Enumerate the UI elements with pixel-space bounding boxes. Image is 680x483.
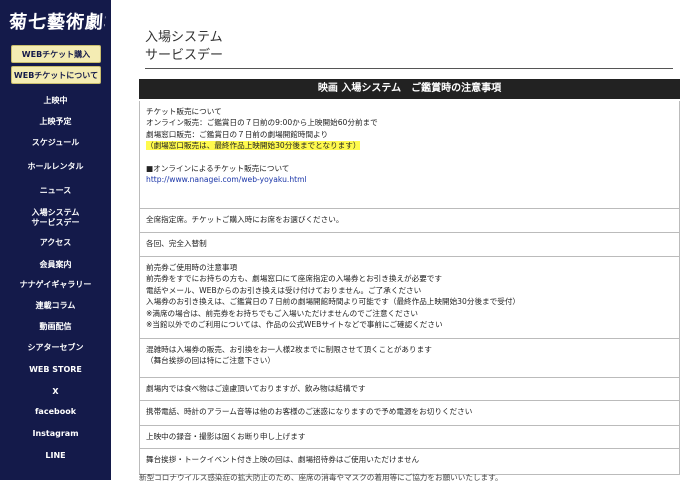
sidebar-nav-item[interactable]: シアターセブン [0, 339, 111, 357]
sidebar-nav-label: 連載コラム [35, 301, 76, 310]
sidebar-nav-item[interactable]: 上映予定 [0, 113, 111, 131]
web-ticket-about-button[interactable]: WEBチケットについて [11, 66, 101, 84]
sidebar-nav-item[interactable]: facebook [0, 403, 111, 421]
sidebar-nav-label: スケジュール [31, 138, 80, 147]
rule-text: 劇場内では食べ物はご遠慮頂いておりますが、飲み物は結構です [146, 384, 366, 393]
sidebar-nav-label: 入場システム [31, 208, 80, 217]
rule-line: 各回、完全入替制 [146, 238, 672, 249]
rule-row: チケット販売についてオンライン販売：ご鑑賞日の７日前の9:00から上映開始60分… [140, 101, 679, 209]
rule-text: 前売券をすでにお持ちの方も、劇場窓口にて座席指定の入場券とお引き換えが必要です [146, 274, 442, 284]
rules-table: チケット販売についてオンライン販売：ご鑑賞日の７日前の9:00から上映開始60分… [139, 101, 680, 475]
sidebar-nav-item[interactable]: WEB STORE [0, 361, 111, 379]
page-title: 入場システム サービスデー [145, 29, 673, 65]
rule-line: ※満席の場合は、前売券をお持ちでもご入場いただけませんのでご注意ください [146, 308, 672, 319]
rule-text: 各回、完全入替制 [146, 239, 207, 248]
rule-text: 全席指定席。チケットご購入時にお席をお選びください。 [146, 215, 344, 224]
sidebar-nav-label: シアターセブン [27, 343, 84, 352]
sidebar-nav-item[interactable]: 連載コラム [0, 297, 111, 315]
sidebar-nav-label: アクセス [39, 238, 72, 247]
title-divider [145, 68, 673, 69]
rule-row: 混雑時は入場券の販売、お引換をお一人様2枚までに制限させて頂くことがあります （舞… [140, 339, 679, 378]
rule-row: 各回、完全入替制 [140, 233, 679, 257]
sidebar-nav-label: ニュース [39, 186, 72, 195]
rule-row: 携帯電話、時計のアラーム音等は他のお客様のご迷惑になりますので予め電源をお切りく… [140, 401, 679, 426]
sidebar-nav-label: 上映予定 [39, 117, 72, 126]
rule-text: ■オンラインによるチケット販売について [146, 164, 290, 174]
rule-spacer [146, 152, 672, 163]
sidebar-nav-label: ホールレンタル [27, 162, 84, 171]
sidebar-nav-item[interactable]: ナナゲイギャラリー [0, 276, 111, 294]
rule-line: 舞台挨拶・トークイベント付き上映の回は、劇場招待券はご使用いただけません [146, 454, 672, 465]
rule-line: 劇場窓口販売：ご鑑賞日の７日前の劇場開館時間より [146, 129, 672, 140]
highlighted-notice: （劇場窓口販売は、最終作品上映開始30分後までとなります） [146, 141, 361, 151]
rule-line: 入場券のお引き換えは、ご鑑賞日の７日前の劇場開館時間より可能です（最終作品上映開… [146, 296, 672, 307]
page-title-line: 入場システム [145, 30, 223, 45]
sidebar-nav-label: Instagram [32, 429, 79, 438]
sidebar-nav-item[interactable]: アクセス [0, 234, 111, 252]
rule-text: （舞台挨拶の回は特にご注意下さい） [146, 356, 275, 366]
theater-logo[interactable]: 菊七藝術劇場 [8, 10, 106, 36]
rule-line: ■オンラインによるチケット販売について [146, 163, 672, 174]
rule-line: http://www.nanagei.com/web-yoyaku.html [146, 174, 672, 185]
sidebar-nav-item[interactable]: 上映中 [0, 92, 111, 110]
rule-text: オンライン販売：ご鑑賞日の７日前の9:00から上映開始60分前まで [146, 118, 378, 128]
sidebar-nav-item[interactable]: 会員案内 [0, 256, 111, 274]
rule-line: チケット販売について [146, 106, 672, 117]
rule-line: 前売券ご使用時の注意事項 [146, 262, 672, 273]
sidebar-nav-item[interactable]: ホールレンタル [0, 157, 111, 177]
rule-line: 混雑時は入場券の販売、お引換をお一人様2枚までに制限させて頂くことがあります [146, 344, 672, 355]
rule-text: 入場券のお引き換えは、ご鑑賞日の７日前の劇場開館時間より可能です（最終作品上映開… [146, 297, 521, 307]
sidebar-nav-label: LINE [45, 451, 66, 460]
rule-line: 上映中の録音・撮影は固くお断り申し上げます [146, 431, 672, 442]
rule-text: 舞台挨拶・トークイベント付き上映の回は、劇場招待券はご使用いただけません [146, 455, 420, 464]
rule-line: （劇場窓口販売は、最終作品上映開始30分後までとなります） [146, 140, 672, 151]
rule-line: 全席指定席。チケットご購入時にお席をお選びください。 [146, 214, 672, 225]
sidebar-nav-label: ナナゲイギャラリー [19, 280, 92, 289]
rule-row: 劇場内では食べ物はご遠慮頂いておりますが、飲み物は結構です [140, 378, 679, 401]
sidebar-nav-item[interactable]: 入場システム サービスデー [0, 203, 111, 233]
rule-line: 劇場内では食べ物はご遠慮頂いておりますが、飲み物は結構です [146, 383, 672, 394]
rule-text: ※当館以外でのご利用については、作品の公式WEBサイトなどで事前にご確認ください [146, 320, 443, 330]
rule-text: 前売券ご使用時の注意事項 [146, 263, 238, 272]
rule-row: 全席指定席。チケットご購入時にお席をお選びください。 [140, 209, 679, 233]
rule-text: 劇場窓口販売：ご鑑賞日の７日前の劇場開館時間より [146, 129, 329, 139]
rule-line: 前売券をすでにお持ちの方も、劇場窓口にて座席指定の入場券とお引き換えが必要です [146, 273, 672, 284]
sidebar-nav-label: 動画配信 [39, 322, 72, 331]
rule-text: 混雑時は入場券の販売、お引換をお一人様2枚までに制限させて頂くことがあります [146, 345, 432, 354]
rule-row: 上映中の録音・撮影は固くお断り申し上げます [140, 426, 679, 449]
sidebar: 菊七藝術劇場 WEBチケット購入 WEBチケットについて 上映中上映予定スケジュ… [0, 0, 111, 480]
page-title-line: サービスデー [145, 48, 224, 63]
rule-line: 携帯電話、時計のアラーム音等は他のお客様のご迷惑になりますので予め電源をお切りく… [146, 406, 672, 417]
sidebar-nav-label: 上映中 [43, 96, 68, 105]
rule-row: 前売券ご使用時の注意事項前売券をすでにお持ちの方も、劇場窓口にて座席指定の入場券… [140, 257, 679, 339]
rule-text: 電話やメール、WEBからのお引き換えは受け付けておりません。ご了承ください [146, 285, 422, 295]
sidebar-nav-label: WEB STORE [29, 365, 82, 374]
sidebar-nav-label: 会員案内 [39, 260, 72, 269]
sidebar-nav-label: X [52, 387, 59, 396]
rule-text: ※満席の場合は、前売券をお持ちでもご入場いただけませんのでご注意ください [146, 308, 418, 318]
sidebar-nav-item[interactable]: Instagram [0, 425, 111, 443]
sidebar-nav-item[interactable]: ニュース [0, 181, 111, 201]
rule-line: （舞台挨拶の回は特にご注意下さい） [146, 355, 672, 366]
sidebar-nav-label: サービスデー [31, 218, 80, 227]
sidebar-nav-item[interactable]: スケジュール [0, 133, 111, 153]
web-ticket-purchase-button[interactable]: WEBチケット購入 [11, 45, 101, 63]
web-reservation-link[interactable]: http://www.nanagei.com/web-yoyaku.html [146, 175, 307, 184]
rule-line: ※当館以外でのご利用については、作品の公式WEBサイトなどで事前にご確認ください [146, 319, 672, 330]
partial-rule-text: 新型コロナウイルス感染症の拡大防止のため、座席の消毒やマスクの着用等にご協力をお… [139, 473, 503, 482]
sidebar-nav-item[interactable]: 動画配信 [0, 318, 111, 336]
section-header: 映画 入場システム ご鑑賞時の注意事項 [139, 79, 680, 99]
sidebar-nav-item[interactable]: LINE [0, 447, 111, 465]
rule-text: チケット販売について [146, 107, 222, 116]
rule-line: オンライン販売：ご鑑賞日の７日前の9:00から上映開始60分前まで [146, 117, 672, 128]
rule-line: 電話やメール、WEBからのお引き換えは受け付けておりません。ご了承ください [146, 285, 672, 296]
sidebar-nav-item[interactable]: X [0, 383, 111, 401]
sidebar-nav-label: facebook [34, 407, 77, 416]
rule-text: 携帯電話、時計のアラーム音等は他のお客様のご迷惑になりますので予め電源をお切りく… [146, 407, 473, 416]
rule-text: 上映中の録音・撮影は固くお断り申し上げます [146, 432, 306, 441]
